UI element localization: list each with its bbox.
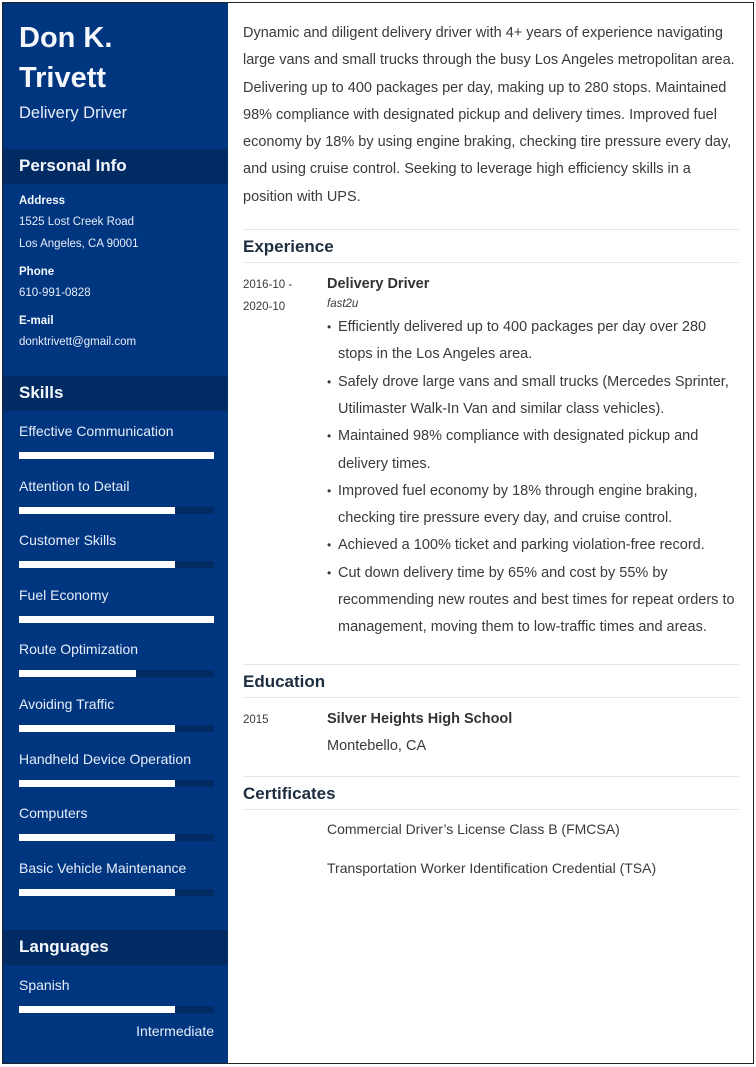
skill-bar-fill [19,834,175,842]
skill-label: Route Optimization [19,641,139,658]
date-end: 2020-10 [243,300,286,313]
skill-label: Fuel Economy [19,586,109,603]
certificate-item: Commercial Driver’s License Class B (FMC… [327,820,620,837]
name-line-2: Trivett [19,62,107,94]
skill-bar-fill [19,561,175,569]
phone-label: Phone [19,266,55,278]
language-label: Spanish [19,977,70,994]
skill-bar [19,834,214,842]
achievement-item: Maintained 98% compliance with designate… [327,423,739,478]
skill-bar [19,779,214,787]
education-date: 2015 [243,713,269,726]
skill-label: Basic Vehicle Maintenance [19,859,187,876]
achievement-item: Achieved a 100% ticket and parking viola… [327,532,739,560]
address-line-2: Los Angeles, CA 90001 [19,238,139,250]
skill-bar-fill [19,452,214,459]
education-section: Education 2015 Silver Heights High Schoo… [243,665,739,777]
achievements-list: Efficiently delivered up to 400 packages… [327,314,739,642]
skill-label: Attention to Detail [19,477,130,494]
skill-item: Customer Skills [19,532,214,587]
skill-item: Avoiding Traffic [19,696,214,751]
personal-info: Address 1525 Lost Creek Road Los Angeles… [3,184,228,349]
resume-page: Don K. Trivett Delivery Driver Personal … [2,2,754,1064]
name-line-1: Don K. [19,22,113,54]
summary: Dynamic and diligent delivery driver wit… [243,3,739,231]
address-label: Address [19,195,66,207]
skill-item: Computers [19,805,214,860]
language-bar [19,1006,214,1014]
certificates-list: Commercial Driver’s License Class B (FMC… [243,810,739,884]
skill-bar [19,888,214,896]
skill-item: Basic Vehicle Maintenance [19,860,214,915]
skill-label: Computers [19,805,88,822]
skill-bar-fill [19,670,136,678]
language-level: Intermediate [136,1023,214,1040]
address-group: Address 1525 Lost Creek Road Los Angeles… [19,194,212,251]
candidate-name: Don K. Trivett [3,3,228,98]
experience-dates: 2016-10 - 2020-10 [243,275,327,642]
skill-bar [19,724,214,732]
achievement-item: Safely drove large vans and small trucks… [327,369,739,424]
experience-entry: 2016-10 - 2020-10 Delivery Driver fast2u… [243,263,739,665]
education-entry: 2015 Silver Heights High School Montebel… [243,698,739,777]
personal-info-heading: Personal Info [3,149,228,184]
skill-label: Effective Communication [19,423,174,439]
certificates-section: Certificates Commercial Driver’s License… [243,777,739,884]
languages-list: Spanish Intermediate [3,965,228,1039]
skill-bar [19,561,214,569]
skill-bar-fill [19,779,175,787]
skill-label: Customer Skills [19,532,117,549]
sidebar: Don K. Trivett Delivery Driver Personal … [3,3,228,1063]
skill-item: Attention to Detail [19,478,214,533]
skill-item: Fuel Economy [19,587,214,642]
skill-bar [19,506,214,514]
email-group: E-mail donktrivett@gmail.com [19,314,212,349]
skill-label: Avoiding Traffic [19,695,115,712]
position-title: Delivery Driver [327,276,430,293]
address-line-1: 1525 Lost Creek Road [19,216,135,228]
email-value: donktrivett@gmail.com [19,336,137,348]
skill-item: Effective Communication [19,423,214,478]
company-name: fast2u [327,298,359,311]
achievement-item: Cut down delivery time by 65% and cost b… [327,560,739,642]
skill-bar-fill [19,615,214,623]
skill-label: Handheld Device Operation [19,750,191,767]
experience-heading: Experience [243,230,739,264]
skill-bar-fill [19,724,175,732]
email-label: E-mail [19,315,54,327]
skills-list: Effective Communication Attention to Det… [3,411,228,914]
language-bar-fill [19,1006,175,1014]
skill-bar [19,670,214,678]
skill-bar [19,452,214,459]
achievement-item: Improved fuel economy by 18% through eng… [327,478,739,533]
education-heading: Education [243,665,739,698]
skill-bar [19,615,214,623]
skill-bar-fill [19,888,175,896]
phone-value: 610-991-0828 [19,287,91,299]
certificates-heading: Certificates [243,777,739,810]
school-location: Montebello, CA [327,737,427,754]
skills-heading: Skills [3,376,228,411]
main-content: Dynamic and diligent delivery driver wit… [228,3,753,1063]
language-item: Spanish Intermediate [19,977,214,1039]
school-name: Silver Heights High School [327,710,513,727]
skill-bar-fill [19,506,175,514]
languages-heading: Languages [3,930,228,966]
achievement-item: Efficiently delivered up to 400 packages… [327,314,739,369]
job-title: Delivery Driver [19,104,128,122]
experience-section: Experience 2016-10 - 2020-10 Delivery Dr… [243,230,739,665]
skill-item: Route Optimization [19,641,214,696]
skill-item: Handheld Device Operation [19,751,214,806]
certificate-item: Transportation Worker Identification Cre… [327,859,657,876]
phone-group: Phone 610-991-0828 [19,265,212,300]
date-start: 2016-10 - [243,279,293,292]
